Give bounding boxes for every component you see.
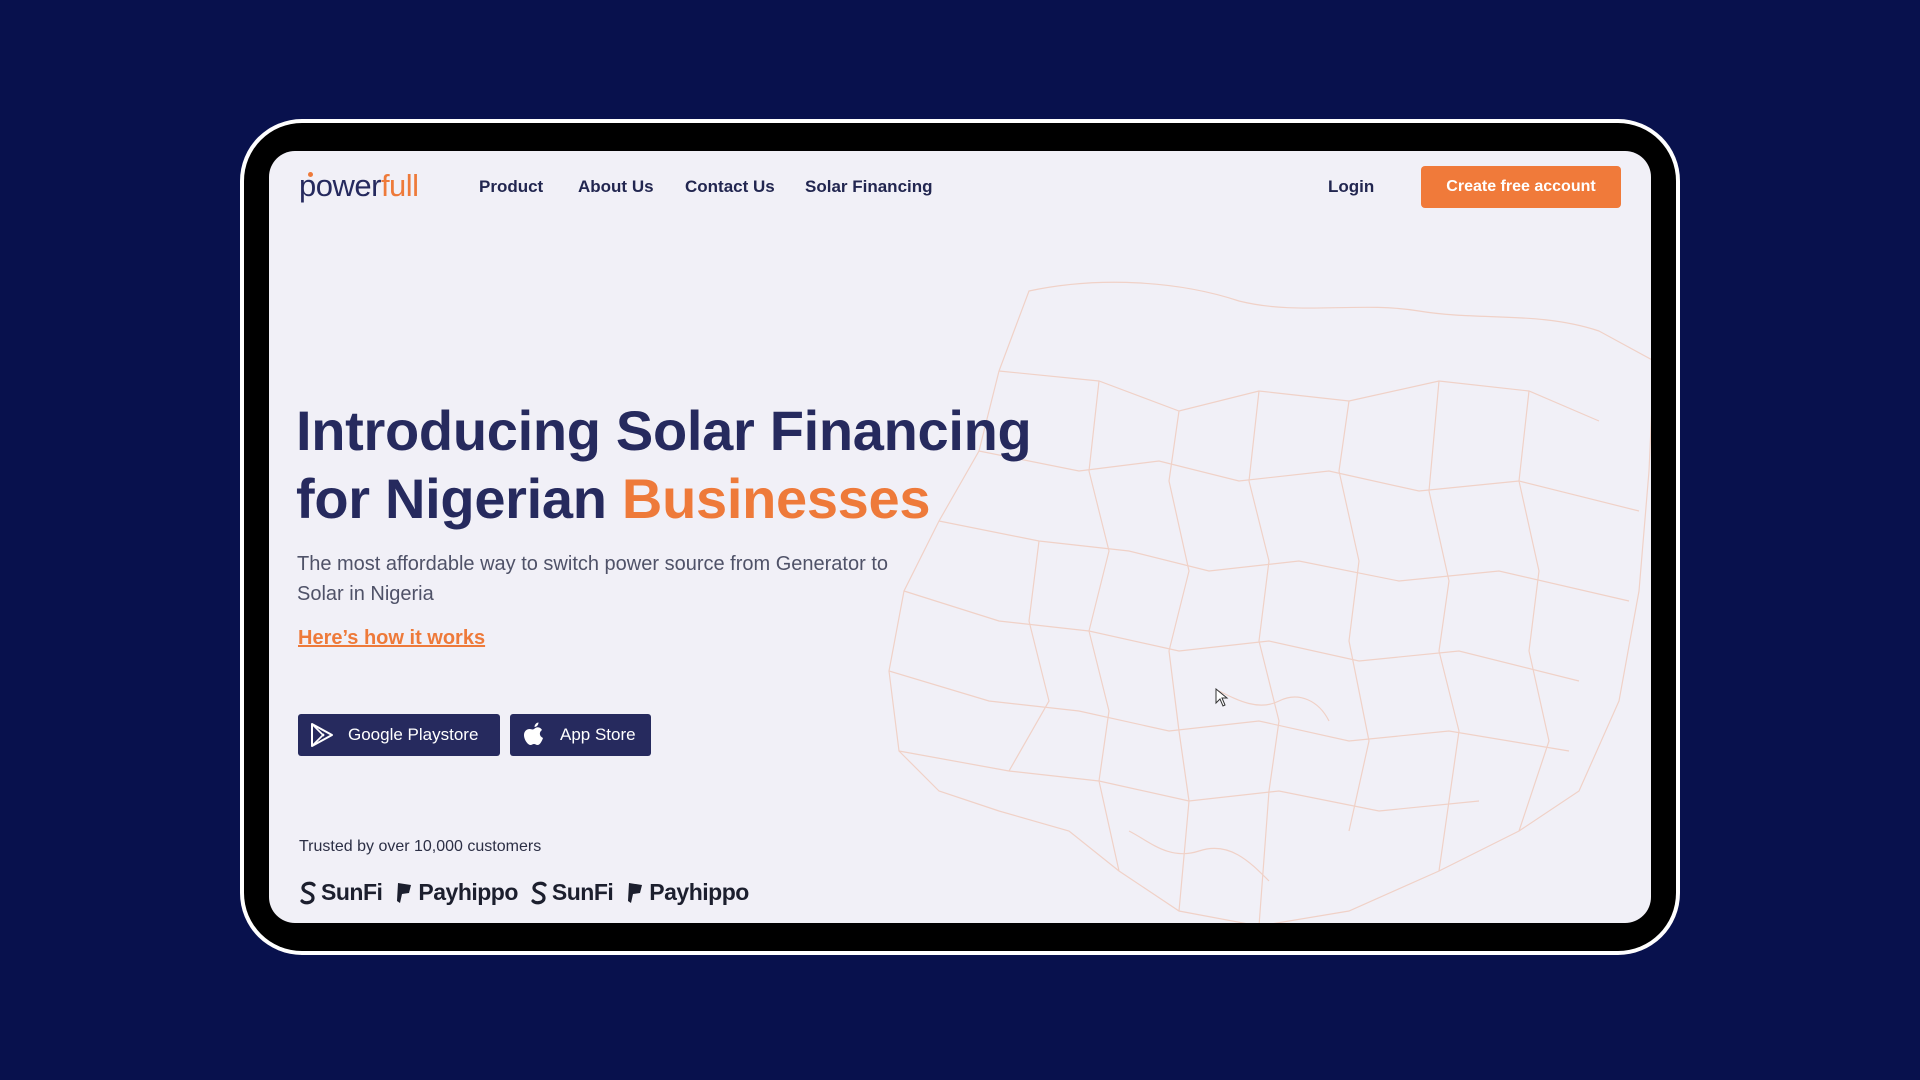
partner-logos: SunFi Payhippo SunFi Payhippo (299, 879, 761, 906)
trusted-text: Trusted by over 10,000 customers (299, 838, 542, 855)
partner-logo-sunfi: SunFi (530, 879, 614, 906)
payhippo-icon (625, 881, 645, 905)
device-frame: power full Product About Us Contact Us So… (244, 123, 1676, 951)
top-navigation: power full Product About Us Contact Us So… (269, 151, 1651, 223)
headline-accent: Businesses (621, 467, 931, 530)
browser-screen: power full Product About Us Contact Us So… (269, 151, 1651, 923)
nav-item-solar-financing[interactable]: Solar Financing (805, 177, 933, 197)
play-store-icon (308, 721, 336, 749)
how-it-works-link[interactable]: Here’s how it works (298, 627, 485, 650)
partner-logo-payhippo: Payhippo (625, 879, 749, 906)
powerfull-logo[interactable]: power full (299, 168, 419, 204)
partner-logo-payhippo: Payhippo (394, 879, 518, 906)
nigeria-map-decoration (879, 271, 1651, 923)
nav-item-product[interactable]: Product (479, 177, 543, 197)
logo-text-full: full (380, 168, 419, 203)
create-free-account-button[interactable]: Create free account (1421, 166, 1621, 208)
sunfi-icon (299, 881, 317, 905)
app-store-label: App Store (560, 725, 636, 744)
sunfi-icon (530, 881, 548, 905)
hero-subtitle: The most affordable way to switch power … (297, 553, 889, 605)
headline-line1: Introducing Solar Financing (296, 399, 1032, 462)
google-playstore-label: Google Playstore (348, 725, 479, 744)
app-store-button[interactable]: App Store (510, 714, 651, 756)
headline-line2-prefix: for Nigerian (296, 467, 622, 530)
login-link[interactable]: Login (1328, 177, 1374, 197)
hero-headline: Introducing Solar Financing for Nigerian… (296, 397, 1196, 533)
partner-logo-sunfi: SunFi (299, 879, 383, 906)
mouse-cursor-icon (1215, 687, 1229, 713)
nav-item-contact-us[interactable]: Contact Us (685, 177, 775, 197)
payhippo-icon (394, 881, 414, 905)
logo-dot-icon (308, 172, 313, 177)
google-playstore-button[interactable]: Google Playstore (298, 714, 500, 756)
apple-icon (520, 721, 548, 749)
nav-item-about-us[interactable]: About Us (578, 177, 654, 197)
